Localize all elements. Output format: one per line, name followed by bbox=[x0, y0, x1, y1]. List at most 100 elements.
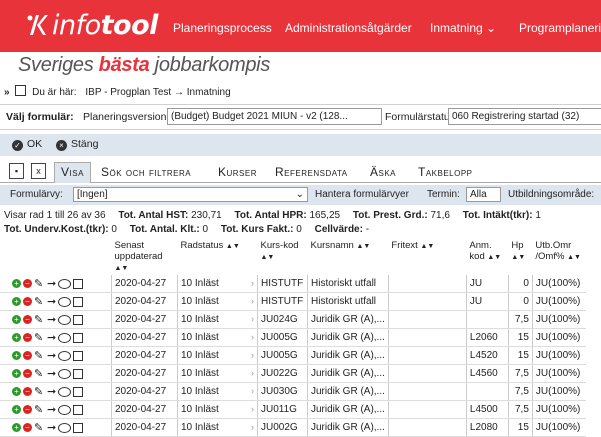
row-checkbox[interactable] bbox=[73, 350, 84, 361]
arrow-right-icon[interactable]: ➞ bbox=[47, 403, 56, 416]
table-cell[interactable]: Juridik GR (A),... bbox=[307, 400, 389, 419]
table-cell[interactable] bbox=[387, 310, 467, 329]
table-cell[interactable]: 7,5 bbox=[507, 400, 533, 419]
table-cell[interactable]: 0 bbox=[507, 292, 533, 311]
table-cell[interactable]: 10 Inläst › bbox=[177, 292, 258, 311]
tab-visa[interactable]: Visa bbox=[54, 162, 91, 183]
arrow-right-icon[interactable]: ➞ bbox=[47, 295, 56, 308]
edit-icon[interactable]: ✎ bbox=[34, 349, 46, 362]
add-row-icon[interactable]: + bbox=[12, 297, 21, 306]
delete-row-icon[interactable]: − bbox=[23, 315, 32, 324]
table-row[interactable]: + − ✎ ➞ 2020-04-27 10 Inläst › JU011G Juridik GR… bbox=[0, 400, 587, 419]
table-cell[interactable]: 2020-04-27 bbox=[111, 400, 178, 419]
table-cell[interactable]: 10 Inläst › bbox=[177, 275, 258, 293]
comment-icon[interactable] bbox=[58, 350, 72, 361]
table-cell[interactable]: 7,5 bbox=[507, 364, 533, 383]
row-checkbox[interactable] bbox=[73, 422, 84, 433]
table-cell[interactable]: 2020-04-27 bbox=[111, 292, 178, 311]
comment-icon[interactable] bbox=[58, 404, 72, 415]
add-row-icon[interactable]: + bbox=[12, 405, 21, 414]
table-cell[interactable]: JU002G bbox=[257, 418, 308, 437]
table-cell[interactable] bbox=[387, 328, 467, 347]
table-cell[interactable]: JU(100%) bbox=[531, 275, 587, 293]
add-row-icon[interactable]: + bbox=[12, 279, 21, 288]
add-row-icon[interactable]: + bbox=[12, 369, 21, 378]
table-cell[interactable]: JU(100%) bbox=[531, 400, 587, 419]
arrow-right-icon[interactable]: ➞ bbox=[47, 367, 56, 380]
table-cell[interactable]: JU(100%) bbox=[531, 364, 587, 383]
table-cell[interactable]: JU005G bbox=[257, 346, 308, 365]
table-row[interactable]: + − ✎ ➞ 2020-04-27 10 Inläst › JU030G Juridik GR… bbox=[0, 382, 587, 401]
col-kursnamn[interactable]: Kursnamn ▲▼ bbox=[308, 239, 389, 275]
table-cell[interactable]: 15 bbox=[507, 346, 533, 365]
table-cell[interactable]: 2020-04-27 bbox=[111, 275, 178, 293]
table-row[interactable]: + − ✎ ➞ 2020-04-27 10 Inläst › JU002G Juridik GR… bbox=[0, 418, 587, 437]
table-cell[interactable]: Juridik GR (A),... bbox=[307, 328, 389, 347]
tab-referensdata[interactable]: Referensdata bbox=[275, 165, 348, 179]
comment-icon[interactable] bbox=[58, 278, 72, 289]
term-select[interactable]: Alla bbox=[466, 187, 501, 202]
add-row-icon[interactable]: + bbox=[12, 423, 21, 432]
col-anm-kod[interactable]: Anm. kod ▲▼ bbox=[466, 239, 508, 275]
row-checkbox[interactable] bbox=[73, 386, 84, 397]
table-row[interactable]: + − ✎ ➞ 2020-04-27 10 Inläst › HISTUTF Historisk… bbox=[0, 275, 587, 293]
comment-icon[interactable] bbox=[58, 422, 72, 433]
table-cell[interactable]: JU(100%) bbox=[531, 382, 587, 401]
edit-icon[interactable]: ✎ bbox=[34, 421, 46, 434]
table-cell[interactable]: JU022G bbox=[257, 364, 308, 383]
nav-programplanering[interactable]: Programplanering bbox=[519, 21, 601, 35]
table-row[interactable]: + − ✎ ➞ 2020-04-27 10 Inläst › JU005G Juridik GR… bbox=[0, 346, 587, 365]
table-cell[interactable]: L2060 bbox=[465, 328, 509, 347]
status-select[interactable]: 060 Registrering startad (32) bbox=[448, 108, 601, 125]
comment-icon[interactable] bbox=[58, 296, 72, 307]
table-cell[interactable]: L4560 bbox=[465, 364, 509, 383]
table-cell[interactable] bbox=[465, 382, 509, 401]
delete-row-icon[interactable]: − bbox=[23, 423, 32, 432]
comment-icon[interactable] bbox=[58, 314, 72, 325]
table-cell[interactable]: JU bbox=[465, 292, 509, 311]
table-cell[interactable]: Juridik GR (A),... bbox=[307, 382, 389, 401]
col-radstatus[interactable]: Radstatus ▲▼ bbox=[178, 239, 258, 275]
add-row-icon[interactable]: + bbox=[12, 315, 21, 324]
delete-row-icon[interactable]: − bbox=[23, 279, 32, 288]
table-cell[interactable]: 10 Inläst › bbox=[177, 382, 258, 401]
row-checkbox[interactable] bbox=[73, 332, 84, 343]
edit-icon[interactable]: ✎ bbox=[34, 277, 46, 290]
edit-icon[interactable]: ✎ bbox=[34, 331, 46, 344]
add-row-icon[interactable]: + bbox=[12, 351, 21, 360]
table-cell[interactable]: Juridik GR (A),... bbox=[307, 364, 389, 383]
table-cell[interactable]: 2020-04-27 bbox=[111, 310, 178, 329]
table-cell[interactable] bbox=[387, 292, 467, 311]
breadcrumb-path[interactable]: IBP - Progplan Test → Inmatning bbox=[85, 87, 230, 98]
table-cell[interactable]: 10 Inläst › bbox=[177, 328, 258, 347]
version-select[interactable]: (Budget) Budget 2021 MIUN - v2 (128... bbox=[167, 108, 382, 125]
nav-inmatning[interactable]: Inmatning ⌄ bbox=[430, 21, 496, 35]
table-cell[interactable]: 7,5 bbox=[507, 310, 533, 329]
table-cell[interactable] bbox=[387, 418, 467, 437]
row-checkbox[interactable] bbox=[73, 404, 84, 415]
table-cell[interactable]: JU030G bbox=[257, 382, 308, 401]
table-row[interactable]: + − ✎ ➞ 2020-04-27 10 Inläst › JU005G Juridik GR… bbox=[0, 328, 587, 347]
comment-icon[interactable] bbox=[58, 386, 72, 397]
table-cell[interactable]: Juridik GR (A),... bbox=[307, 346, 389, 365]
table-row[interactable]: + − ✎ ➞ 2020-04-27 10 Inläst › HISTUTF Historisk… bbox=[0, 292, 587, 311]
add-row-icon[interactable]: + bbox=[12, 387, 21, 396]
table-cell[interactable]: 10 Inläst › bbox=[177, 400, 258, 419]
table-cell[interactable]: JU(100%) bbox=[531, 310, 587, 329]
arrow-right-icon[interactable]: ➞ bbox=[47, 277, 56, 290]
table-cell[interactable] bbox=[387, 346, 467, 365]
delete-row-icon[interactable]: − bbox=[23, 333, 32, 342]
view-select[interactable]: [Ingen] ⌄ bbox=[73, 187, 308, 202]
arrow-right-icon[interactable]: ➞ bbox=[47, 313, 56, 326]
arrow-right-icon[interactable]: ➞ bbox=[47, 349, 56, 362]
col-kurskod[interactable]: Kurs-kod ▲▼ bbox=[258, 239, 308, 275]
table-cell[interactable]: JU(100%) bbox=[531, 328, 587, 347]
table-cell[interactable]: 2020-04-27 bbox=[111, 346, 178, 365]
row-checkbox[interactable] bbox=[73, 368, 84, 379]
comment-icon[interactable] bbox=[58, 368, 72, 379]
arrow-right-icon[interactable]: ➞ bbox=[47, 385, 56, 398]
col-hp[interactable]: Hp ▲▼ bbox=[508, 239, 532, 275]
edit-icon[interactable]: ✎ bbox=[34, 385, 46, 398]
delete-row-icon[interactable]: − bbox=[23, 297, 32, 306]
row-checkbox[interactable] bbox=[73, 314, 84, 325]
